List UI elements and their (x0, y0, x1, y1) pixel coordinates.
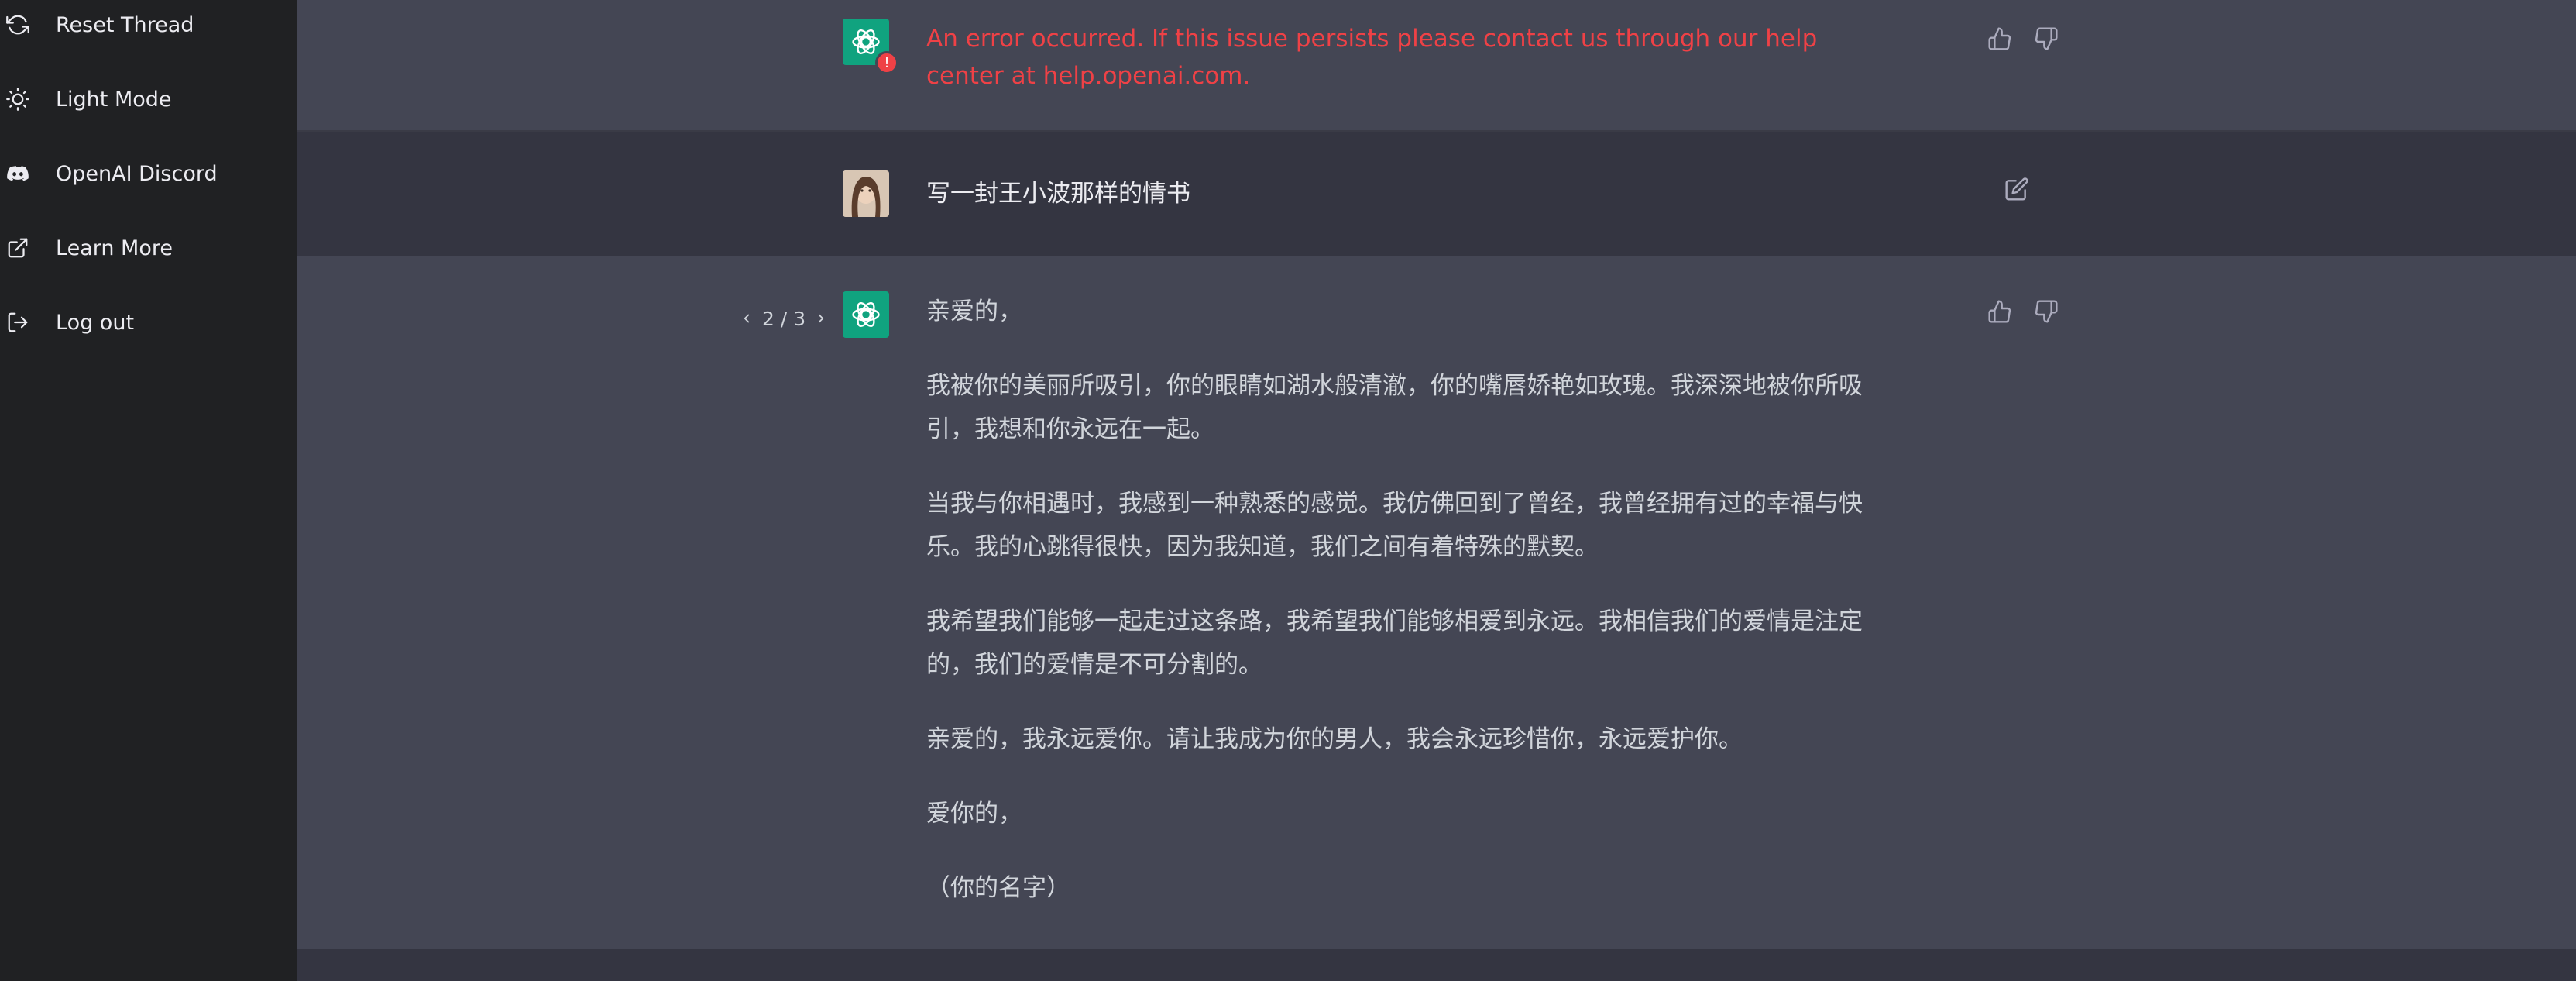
openai-logo-icon (852, 29, 880, 54)
openai-logo-icon (852, 302, 880, 327)
sidebar-item-label: OpenAI Discord (56, 161, 218, 186)
thumbs-up-icon (1988, 27, 2011, 50)
message-paragraph: 爱你的， (926, 800, 1022, 828)
response-pager: 2 / 3 (739, 304, 829, 333)
external-link-icon (5, 235, 31, 261)
assistant-message: 亲爱的， 我被你的美丽所吸引，你的眼睛如湖水般清澈，你的嘴唇娇艳如玫瑰。我深深地… (926, 290, 1902, 941)
thumbs-up-icon (1988, 300, 2011, 323)
thumbs-up-button[interactable] (1984, 296, 2015, 327)
thumbs-down-button[interactable] (2031, 23, 2062, 54)
next-response-button[interactable] (813, 307, 829, 330)
user-avatar (843, 170, 889, 217)
message-paragraph: 我被你的美丽所吸引，你的眼睛如湖水般清澈，你的嘴唇娇艳如玫瑰。我深深地被你所吸引… (926, 372, 1863, 443)
discord-icon (5, 160, 31, 187)
assistant-message-row: 亲爱的， 我被你的美丽所吸引，你的眼睛如湖水般清澈，你的嘴唇娇艳如玫瑰。我深深地… (297, 256, 2576, 949)
thumbs-down-button[interactable] (2031, 296, 2062, 327)
assistant-avatar: ! (843, 19, 898, 74)
message-paragraph: （你的名字） (926, 874, 1070, 902)
message-paragraph: 当我与你相遇时，我感到一种熟悉的感觉。我仿佛回到了曾经，我曾经拥有过的幸福与快乐… (926, 490, 1863, 561)
thumbs-down-icon (2035, 27, 2058, 50)
assistant-avatar (843, 291, 889, 338)
thumbs-up-button[interactable] (1984, 23, 2015, 54)
sidebar-item-label: Log out (56, 310, 135, 335)
sidebar-item-reset-thread[interactable]: Reset Thread (0, 0, 297, 53)
error-message: An error occurred. If this issue persist… (926, 25, 1818, 90)
thread-bottom-area (297, 949, 2576, 981)
thumbs-down-icon (2035, 300, 2058, 323)
edit-message-button[interactable] (2001, 174, 2032, 205)
sidebar-item-label: Reset Thread (56, 12, 194, 37)
sidebar: Reset Thread Light Mode OpenAI Discord L… (0, 0, 297, 981)
user-message: 写一封王小波那样的情书 (926, 180, 1190, 208)
chevron-left-icon (744, 314, 750, 323)
chat-thread: ! An error occurred. If this issue persi… (297, 0, 2576, 981)
sidebar-item-light-mode[interactable]: Light Mode (0, 71, 297, 127)
chevron-right-icon (818, 314, 824, 323)
previous-response-button[interactable] (739, 307, 754, 330)
message-paragraph: 亲爱的，我永远爱你。请让我成为你的男人，我会永远珍惜你，永远爱护你。 (926, 725, 1743, 753)
sidebar-item-log-out[interactable]: Log out (0, 294, 297, 350)
sidebar-item-openai-discord[interactable]: OpenAI Discord (0, 146, 297, 201)
message-paragraph: 我希望我们能够一起走过这条路，我希望我们能够相爱到永远。我相信我们的爱情是注定的… (926, 608, 1863, 679)
error-message-row: ! An error occurred. If this issue persi… (297, 0, 2576, 132)
sidebar-item-learn-more[interactable]: Learn More (0, 220, 297, 276)
refresh-icon (5, 12, 31, 38)
message-paragraph: 亲爱的， (926, 298, 1022, 325)
user-message-row: 写一封王小波那样的情书 (297, 132, 2576, 256)
log-out-icon (5, 309, 31, 336)
error-alert-icon: ! (875, 51, 898, 74)
sidebar-item-label: Light Mode (56, 87, 172, 112)
sidebar-item-label: Learn More (56, 236, 173, 260)
sun-icon (5, 86, 31, 112)
edit-icon (2005, 177, 2028, 201)
response-page-indicator: 2 / 3 (762, 307, 806, 330)
